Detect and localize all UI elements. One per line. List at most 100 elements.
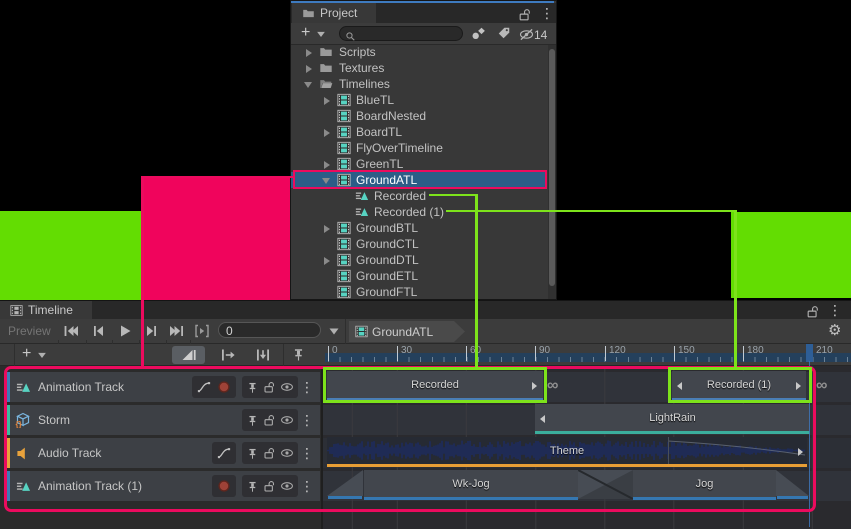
timeline-tabbar: Timeline ⋮	[0, 301, 851, 319]
ripple-mode-button[interactable]	[213, 346, 243, 364]
tree-item-groundctl[interactable]: GroundCTL	[291, 236, 547, 252]
tree-item-groundatl[interactable]: GroundATL	[291, 172, 547, 188]
eye-icon[interactable]	[280, 479, 294, 493]
animation-clip-icon	[16, 380, 31, 395]
track-header-animation-track[interactable]: Animation Track ⋮	[6, 372, 320, 402]
search-by-label-button[interactable]	[497, 26, 511, 45]
tree-item-groundetl[interactable]: GroundETL	[291, 268, 547, 284]
tree-item-boardnested[interactable]: BoardNested	[291, 108, 547, 124]
ruler-label: 30	[397, 345, 412, 356]
track-menu-icon[interactable]: ⋮	[300, 446, 314, 460]
lock-icon[interactable]	[263, 447, 276, 460]
time-ruler[interactable]: 0 30 60 90 120 150 180 210	[325, 344, 851, 362]
timeline-asset-icon	[355, 325, 368, 338]
tree-item-groundftl[interactable]: GroundFTL	[291, 284, 547, 300]
folder-icon	[302, 7, 315, 20]
clip-edge-arrow-icon[interactable]	[532, 382, 537, 390]
add-track-button[interactable]: +	[18, 345, 52, 364]
clip-edge-arrow-icon[interactable]	[798, 448, 803, 456]
hidden-count-toggle[interactable]: 14	[519, 26, 547, 44]
next-frame-button[interactable]	[144, 323, 160, 344]
record-button-icon[interactable]	[217, 380, 231, 394]
tree-item-groundbtl[interactable]: GroundBTL	[291, 220, 547, 236]
pin-icon[interactable]	[246, 480, 259, 493]
breadcrumb[interactable]: GroundATL	[349, 321, 465, 342]
curves-toggle-icon[interactable]	[197, 380, 211, 394]
go-to-end-button[interactable]	[169, 323, 186, 344]
timeline-settings-gear-icon[interactable]: ⚙	[828, 323, 841, 338]
play-button[interactable]	[117, 323, 133, 344]
tab-project[interactable]: Project	[292, 3, 376, 23]
track-menu-icon[interactable]: ⋮	[300, 413, 314, 427]
search-input[interactable]	[339, 26, 463, 41]
pin-icon[interactable]	[246, 414, 259, 427]
lock-icon[interactable]	[263, 480, 276, 493]
tree-item-boardtl[interactable]: BoardTL	[291, 124, 547, 140]
track-header-storm[interactable]: Storm ⋮	[6, 405, 320, 435]
go-to-start-button[interactable]	[62, 323, 79, 344]
clip-jog[interactable]: Jog	[633, 470, 776, 500]
clip-wk-jog[interactable]: Wk-Jog	[364, 470, 578, 500]
track-name: Animation Track	[38, 380, 124, 394]
track-header-animation-track-1[interactable]: Animation Track (1) ⋮	[6, 471, 320, 501]
tree-item-scripts[interactable]: Scripts	[291, 44, 547, 60]
lock-icon[interactable]	[263, 381, 276, 394]
tree-item-grounddtl[interactable]: GroundDTL	[291, 252, 547, 268]
marker-toggle-button[interactable]	[288, 346, 308, 364]
clip-recorded[interactable]: Recorded	[327, 371, 543, 401]
scrollbar-thumb[interactable]	[549, 49, 555, 286]
pin-icon[interactable]	[246, 447, 259, 460]
frame-dropdown-icon[interactable]	[327, 324, 341, 343]
curves-toggle-icon[interactable]	[217, 446, 231, 460]
previous-frame-button[interactable]	[90, 323, 106, 344]
ruler-label: 150	[674, 345, 695, 356]
preview-toggle[interactable]: Preview	[8, 324, 51, 338]
replace-mode-button[interactable]	[248, 346, 278, 364]
tree-item-flyovertimeline[interactable]: FlyOverTimeline	[291, 140, 547, 156]
tree-item-bluetl[interactable]: BlueTL	[291, 92, 547, 108]
chevron-down-icon	[315, 28, 327, 40]
ruler-label: 0	[328, 345, 338, 356]
track-menu-icon[interactable]: ⋮	[300, 479, 314, 493]
playhead-marker[interactable]	[806, 344, 813, 362]
tree-item-recorded[interactable]: Recorded	[291, 188, 547, 204]
tree-item-textures[interactable]: Textures	[291, 60, 547, 76]
loop-infinity-icon: ∞	[547, 371, 558, 401]
mix-mode-button[interactable]	[172, 346, 205, 364]
clip-edge-arrow-icon[interactable]	[796, 382, 801, 390]
eye-icon[interactable]	[280, 446, 294, 460]
lock-icon[interactable]	[263, 414, 276, 427]
track-header-audio-track[interactable]: Audio Track ⋮	[6, 438, 320, 468]
ruler-label: 180	[743, 345, 764, 356]
track-header-divider[interactable]	[321, 366, 323, 529]
tree-item-recorded-1[interactable]: Recorded (1)	[291, 204, 547, 220]
project-menu-icon[interactable]: ⋮	[540, 6, 554, 20]
project-lock-icon[interactable]	[518, 6, 532, 24]
project-toolbar: + 14	[291, 23, 556, 45]
play-range-button[interactable]	[194, 323, 210, 344]
track-name: Storm	[38, 413, 70, 427]
clip-recorded-1[interactable]: Recorded (1)	[672, 371, 806, 401]
eye-icon[interactable]	[280, 380, 294, 394]
search-by-type-button[interactable]	[471, 26, 486, 46]
timeline-menu-icon[interactable]: ⋮	[828, 303, 842, 317]
ruler-label: 60	[466, 345, 481, 356]
create-asset-button[interactable]: +	[299, 24, 333, 43]
pin-icon[interactable]	[246, 381, 259, 394]
project-scrollbar[interactable]	[548, 45, 556, 299]
eye-slash-icon	[519, 27, 534, 42]
chevron-down-icon	[36, 349, 48, 361]
track-menu-icon[interactable]: ⋮	[300, 380, 314, 394]
control-track-icon	[15, 412, 31, 428]
eye-icon[interactable]	[280, 413, 294, 427]
tree-item-timelines[interactable]: Timelines	[291, 76, 547, 92]
tab-timeline[interactable]: Timeline	[0, 301, 92, 319]
frame-field[interactable]: 0	[218, 322, 321, 338]
playhead-line	[809, 361, 810, 527]
record-button-icon[interactable]	[217, 479, 231, 493]
clip-lightrain[interactable]: LightRain	[535, 404, 810, 434]
tree-item-greentl[interactable]: GreenTL	[291, 156, 547, 172]
track-name: Audio Track	[38, 446, 101, 460]
clip-crossfade[interactable]	[578, 470, 633, 499]
clip-theme[interactable]: Theme	[327, 437, 807, 467]
